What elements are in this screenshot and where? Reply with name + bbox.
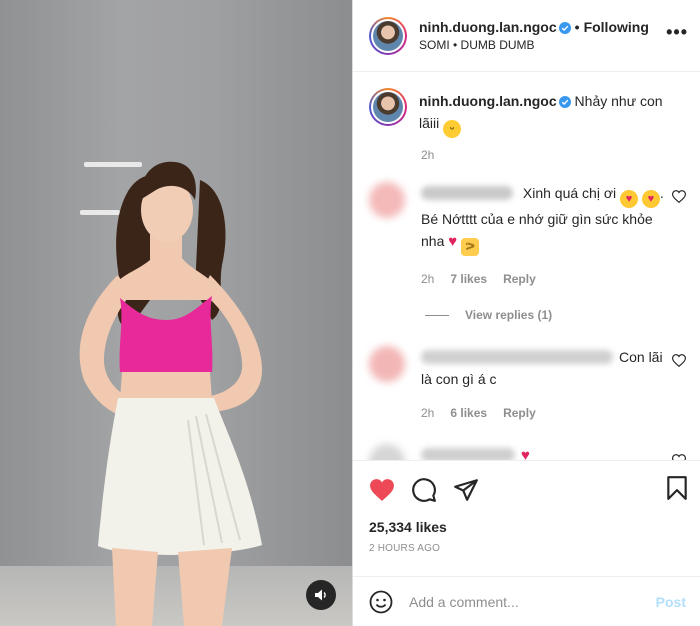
commenter-avatar[interactable] (369, 346, 405, 382)
save-button[interactable] (666, 475, 688, 504)
heart-eyes-emoji-icon: ♥ (620, 190, 639, 208)
post-caption: ninh.duong.lan.ngoc Nhảy như con lãiii ᵕ (369, 88, 684, 138)
view-replies-label: View replies (1) (465, 308, 553, 322)
following-button[interactable]: Following (584, 19, 649, 35)
caption-username[interactable]: ninh.duong.lan.ngoc (419, 93, 557, 109)
caption-avatar[interactable] (369, 88, 407, 126)
comment-item: Con lãi là con gì á c 2h 6 likes Reply (369, 346, 686, 424)
share-button[interactable] (453, 478, 479, 502)
reply-button[interactable]: Reply (503, 402, 536, 424)
like-button[interactable] (369, 478, 395, 502)
red-heart-emoji-icon: ♥ (448, 233, 458, 250)
commenter-username[interactable] (421, 186, 513, 200)
more-options-button[interactable]: ••• (666, 22, 688, 43)
flexed-biceps-emoji-icon: ᕗ (461, 238, 480, 256)
separator-dot: • (574, 18, 580, 35)
audio-link[interactable]: SOMI • DUMB DUMB (419, 36, 649, 54)
verified-badge-icon (558, 96, 571, 108)
likes-count[interactable]: 25,334 likes (353, 518, 700, 542)
reply-button[interactable]: Reply (503, 268, 536, 290)
comment-likes[interactable]: 7 likes (450, 268, 487, 290)
comment-composer: Add a comment... Post (353, 576, 700, 626)
verified-badge-icon (558, 21, 571, 34)
paper-plane-icon (454, 478, 478, 501)
comment-button[interactable] (411, 477, 437, 503)
commenter-username[interactable] (421, 350, 613, 364)
bookmark-icon (667, 476, 687, 500)
emoji-picker-icon[interactable] (369, 590, 393, 614)
post-comment-button[interactable]: Post (656, 594, 686, 610)
post-timestamp[interactable]: 2 HOURS AGO (353, 542, 700, 576)
comment-item: ♥ (369, 444, 686, 460)
author-avatar[interactable] (369, 16, 407, 55)
filled-heart-icon (370, 478, 394, 501)
comment-item: Xinh quá chị ơi ♥ ♥. Bé Nớtttt của e nhớ… (369, 182, 686, 290)
comment-text: Xinh quá chị ơi (522, 185, 617, 201)
commenter-avatar[interactable] (369, 444, 405, 460)
like-comment-heart-icon[interactable] (672, 190, 686, 203)
speech-bubble-icon (412, 477, 436, 502)
comment-likes[interactable]: 6 likes (450, 402, 487, 424)
replies-line (425, 314, 449, 316)
commenter-username[interactable] (421, 448, 515, 460)
red-heart-emoji-icon: ♥ (521, 447, 530, 460)
comment-input[interactable]: Add a comment... (409, 594, 684, 610)
heart-eyes-emoji-icon: ♥ (641, 190, 660, 208)
mute-toggle-button[interactable] (306, 580, 336, 610)
commenter-avatar[interactable] (369, 182, 405, 218)
header-text: ninh.duong.lan.ngoc • Following SOMI • DUM… (419, 18, 649, 54)
comments-area[interactable]: ninh.duong.lan.ngoc Nhảy như con lãiii ᵕ… (353, 72, 700, 460)
view-replies-button[interactable]: View replies (1) (425, 308, 684, 322)
author-username[interactable]: ninh.duong.lan.ngoc (419, 19, 557, 35)
person-figure (79, 161, 262, 626)
caption-time: 2h (421, 148, 435, 162)
comment-time: 2h (421, 272, 435, 286)
post-media[interactable] (0, 0, 352, 626)
speaker-icon (315, 589, 326, 601)
post-side-panel: ninh.duong.lan.ngoc • Following SOMI • DUM… (353, 0, 700, 626)
like-comment-heart-icon[interactable] (672, 354, 686, 367)
instagram-post: ninh.duong.lan.ngoc • Following SOMI • DUM… (0, 0, 700, 626)
post-header: ninh.duong.lan.ngoc • Following SOMI • DUM… (353, 0, 700, 72)
action-bar (353, 460, 700, 518)
comment-time: 2h (421, 406, 435, 420)
grinning-emoji-icon: ᵕ (443, 120, 462, 138)
